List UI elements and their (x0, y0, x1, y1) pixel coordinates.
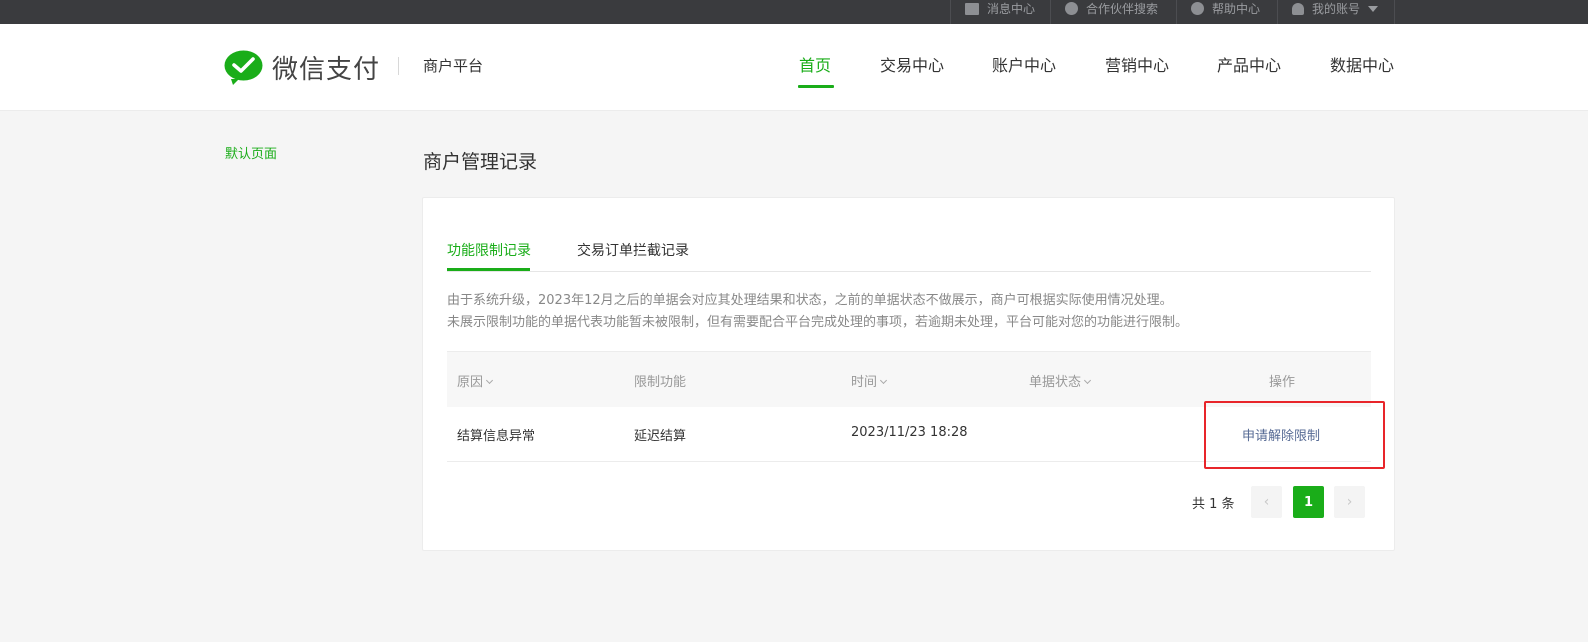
mail-icon (965, 2, 979, 15)
nav-marketing-center[interactable]: 营销中心 (1105, 52, 1169, 76)
header-time[interactable]: 时间 (851, 371, 888, 390)
tab-active-indicator (447, 268, 530, 271)
nav-active-indicator (798, 85, 834, 88)
sidebar-item-default-page[interactable]: 默认页面 (225, 143, 277, 162)
header-time-label: 时间 (851, 375, 878, 390)
my-account-menu[interactable]: 我的账号 (1277, 0, 1396, 24)
notice-line-1: 由于系统升级，2023年12月之后的单据会对应其处理结果和状态，之前的单据状态不… (447, 293, 1173, 308)
header-reason-label: 原因 (457, 375, 484, 390)
platform-subtitle: 商户平台 (423, 57, 484, 75)
chevron-right-icon: › (1346, 494, 1353, 510)
my-account-label: 我的账号 (1312, 2, 1361, 16)
brand-title: 微信支付 (272, 55, 381, 85)
main-header: 微信支付 商户平台 首页 交易中心 账户中心 营销中心 产品中心 数据中心 (0, 24, 1588, 111)
header-action: 操作 (1269, 375, 1296, 390)
nav-product-center[interactable]: 产品中心 (1217, 52, 1281, 76)
caret-down-icon (1368, 5, 1379, 12)
sort-chevron-icon (879, 376, 888, 385)
nav-account-center[interactable]: 账户中心 (992, 52, 1056, 76)
header-document-status[interactable]: 单据状态 (1029, 371, 1092, 390)
cell-restricted-function: 延迟结算 (634, 429, 687, 444)
pagination-total: 共 1 条 (1192, 497, 1235, 512)
cell-time: 2023/11/23 18:28 (851, 425, 968, 440)
logo-divider (398, 57, 399, 75)
table-header: 原因 限制功能 时间 单据状态 操作 (447, 351, 1371, 407)
record-tabs: 功能限制记录 交易订单拦截记录 (447, 240, 1371, 272)
header-status-label: 单据状态 (1029, 375, 1082, 390)
top-utility-bar: 消息中心 合作伙伴搜索 帮助中心 我的账号 (0, 0, 1588, 24)
tab-order-interception[interactable]: 交易订单拦截记录 (577, 240, 689, 260)
partner-icon (1065, 2, 1078, 15)
sort-chevron-icon (1083, 376, 1092, 385)
message-center-link[interactable]: 消息中心 (950, 0, 1051, 24)
help-center-link[interactable]: 帮助中心 (1176, 0, 1276, 24)
header-reason[interactable]: 原因 (457, 371, 494, 390)
records-panel: 功能限制记录 交易订单拦截记录 由于系统升级，2023年12月之后的单据会对应其… (422, 197, 1395, 551)
message-center-label: 消息中心 (987, 2, 1036, 16)
notice-line-2: 未展示限制功能的单据代表功能暂未被限制，但有需要配合平台完成处理的事项，若逾期未… (447, 315, 1189, 330)
partner-search-label: 合作伙伴搜索 (1086, 2, 1159, 16)
partner-search-link[interactable]: 合作伙伴搜索 (1050, 0, 1174, 24)
help-icon (1191, 2, 1204, 15)
page-1-button[interactable]: 1 (1293, 486, 1324, 518)
brand-logo[interactable]: 微信支付 (224, 49, 380, 86)
page-title: 商户管理记录 (423, 151, 538, 173)
nav-data-center[interactable]: 数据中心 (1330, 52, 1394, 76)
notice-text: 由于系统升级，2023年12月之后的单据会对应其处理结果和状态，之前的单据状态不… (447, 290, 1188, 334)
user-icon (1292, 2, 1304, 15)
nav-home[interactable]: 首页 (799, 52, 831, 76)
prev-page-button[interactable]: ‹ (1251, 486, 1282, 518)
chevron-left-icon: ‹ (1263, 494, 1270, 510)
tab-function-restriction[interactable]: 功能限制记录 (447, 240, 531, 260)
highlight-box (1204, 401, 1385, 469)
header-restricted-function: 限制功能 (634, 375, 687, 390)
help-center-label: 帮助中心 (1212, 2, 1261, 16)
cell-reason: 结算信息异常 (457, 429, 536, 444)
wechat-pay-logo-icon (224, 50, 263, 85)
nav-trade-center[interactable]: 交易中心 (880, 52, 944, 76)
sort-chevron-icon (485, 376, 494, 385)
next-page-button[interactable]: › (1334, 486, 1365, 518)
